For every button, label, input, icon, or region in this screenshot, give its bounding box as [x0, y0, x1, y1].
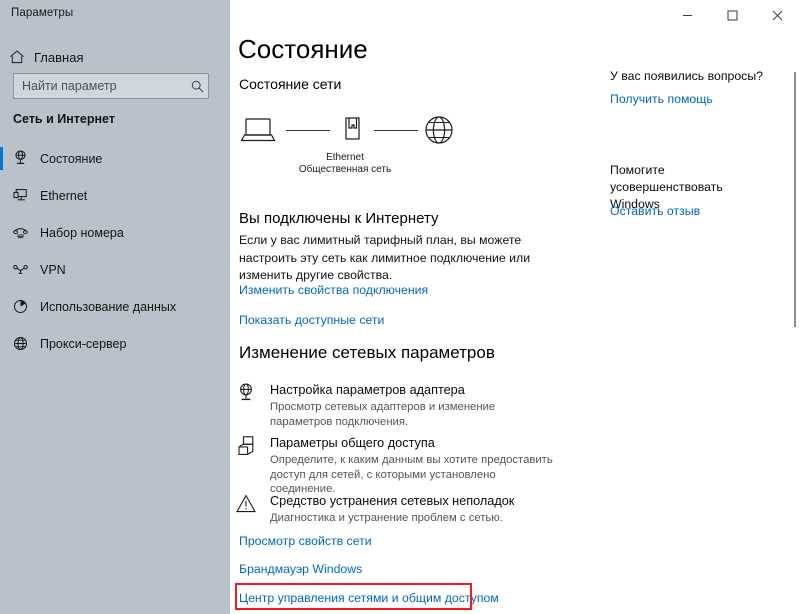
warning-triangle-icon	[235, 492, 270, 526]
option-title: Средство устранения сетевых неполадок	[270, 494, 515, 508]
questions-heading: У вас появились вопросы?	[610, 69, 763, 83]
link-change-connection-properties[interactable]: Изменить свойства подключения	[239, 283, 428, 297]
window-controls	[665, 0, 800, 30]
settings-window: Параметры Главная Найти параметр Сеть и …	[0, 0, 800, 614]
network-diagram: Ethernet Общественная сеть	[230, 108, 460, 180]
sidebar-item-ethernet[interactable]: Ethernet	[0, 177, 230, 214]
option-adapter-settings[interactable]: Настройка параметров адаптера Просмотр с…	[235, 381, 555, 429]
search-input[interactable]	[14, 79, 187, 93]
link-get-help[interactable]: Получить помощь	[610, 92, 713, 106]
sidebar: Главная Сеть и Интернет	[0, 30, 230, 614]
network-adapter-name: Ethernet	[326, 152, 364, 163]
right-info-panel: У вас появились вопросы? Получить помощь…	[610, 30, 780, 614]
option-description: Просмотр сетевых адаптеров и изменение п…	[270, 401, 496, 428]
option-sharing-settings[interactable]: Параметры общего доступа Определите, к к…	[235, 434, 555, 497]
option-title: Настройка параметров адаптера	[270, 383, 465, 397]
sidebar-item-proxy[interactable]: Прокси-сервер	[0, 325, 230, 362]
phone-icon	[0, 224, 40, 241]
sharing-options-icon	[235, 434, 270, 497]
close-button[interactable]	[755, 0, 800, 30]
sidebar-home-label: Главная	[34, 49, 84, 65]
network-profile-name: Общественная сеть	[298, 164, 392, 175]
adapter-settings-icon	[235, 381, 270, 429]
globe-icon	[0, 335, 40, 352]
sidebar-item-vpn[interactable]: VPN	[0, 251, 230, 288]
sidebar-item-label: Использование данных	[40, 299, 177, 314]
option-description: Диагностика и устранение проблем с сетью…	[270, 512, 503, 524]
window-title: Параметры	[11, 7, 74, 19]
connection-line-left	[286, 129, 330, 131]
sidebar-item-data-usage[interactable]: Использование данных	[0, 288, 230, 325]
option-description: Определите, к каким данным вы хотите пре…	[270, 454, 553, 495]
sidebar-category-label: Сеть и Интернет	[13, 112, 115, 126]
monitor-icon	[0, 187, 40, 204]
link-view-network-properties[interactable]: Просмотр свойств сети	[239, 534, 372, 548]
connection-status-description: Если у вас лимитный тарифный план, вы мо…	[239, 233, 531, 282]
ethernet-port-icon	[330, 115, 374, 145]
sidebar-item-status[interactable]: Состояние	[0, 140, 230, 177]
vertical-scrollbar[interactable]	[789, 30, 800, 614]
globe-icon	[418, 114, 460, 146]
scrollbar-thumb[interactable]	[794, 72, 796, 327]
change-network-settings-heading: Изменение сетевых параметров	[239, 343, 495, 362]
sidebar-item-label: Ethernet	[40, 188, 88, 203]
connection-status-heading: Вы подключены к Интернету	[239, 210, 439, 227]
selection-accent-bar	[0, 147, 3, 170]
home-icon	[0, 49, 34, 65]
sidebar-nav-list: Состояние Ethernet Набор номера VPN Испо…	[0, 140, 230, 362]
sidebar-item-home[interactable]: Главная	[0, 42, 230, 72]
search-icon[interactable]	[187, 80, 208, 93]
title-bar: Параметры	[0, 0, 800, 30]
link-network-and-sharing-center[interactable]: Центр управления сетями и общим доступом	[239, 591, 499, 605]
link-windows-firewall[interactable]: Брандмауэр Windows	[239, 562, 362, 576]
minimize-button[interactable]	[665, 0, 710, 30]
sidebar-item-dialup[interactable]: Набор номера	[0, 214, 230, 251]
search-box[interactable]	[13, 73, 209, 99]
vpn-icon	[0, 261, 40, 278]
sidebar-item-label: Прокси-сервер	[40, 336, 127, 351]
network-diagram-caption: Ethernet Общественная сеть	[230, 152, 460, 176]
option-network-troubleshooter[interactable]: Средство устранения сетевых неполадок Ди…	[235, 492, 555, 526]
main-content: Состояние Состояние сети Ethernet Общест…	[230, 30, 800, 614]
sidebar-item-label: VPN	[40, 262, 66, 277]
connection-line-right	[374, 129, 418, 131]
sidebar-item-label: Состояние	[40, 151, 103, 166]
link-show-available-networks[interactable]: Показать доступные сети	[239, 313, 384, 327]
page-title: Состояние	[238, 34, 368, 64]
option-title: Параметры общего доступа	[270, 436, 435, 450]
section-subtitle: Состояние сети	[239, 76, 342, 92]
pie-chart-icon	[0, 298, 40, 315]
laptop-icon	[230, 116, 286, 144]
status-network-icon	[0, 150, 40, 167]
maximize-button[interactable]	[710, 0, 755, 30]
link-send-feedback[interactable]: Оставить отзыв	[610, 204, 700, 218]
sidebar-item-label: Набор номера	[40, 225, 124, 240]
